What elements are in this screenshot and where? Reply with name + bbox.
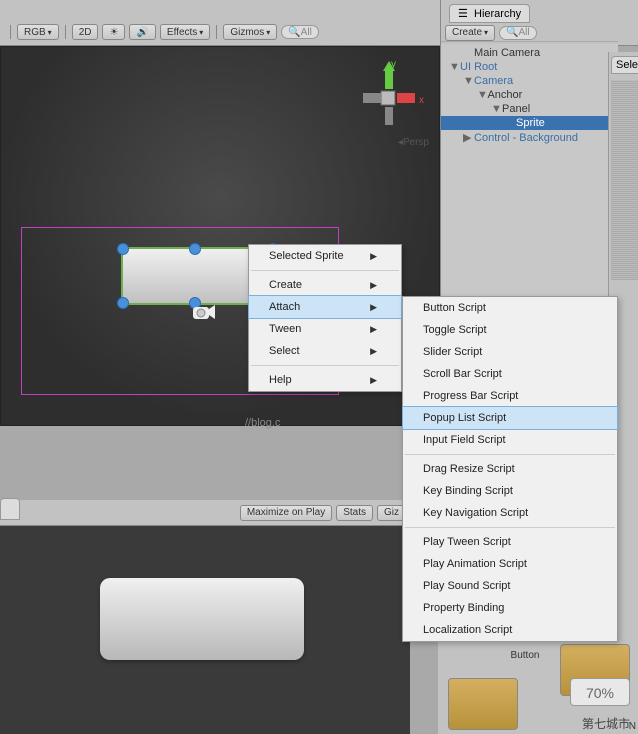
scene-search[interactable]: 🔍All xyxy=(281,25,319,39)
projection-label[interactable]: ◂Persp xyxy=(398,137,429,148)
hierarchy-item-panel[interactable]: ▼ Panel xyxy=(441,102,618,116)
context-menu[interactable]: Selected Sprite▶ Create▶Attach▶Tween▶Sele… xyxy=(248,244,402,392)
menu-item-select[interactable]: Select▶ xyxy=(249,340,401,362)
menu-item-toggle-script[interactable]: Toggle Script xyxy=(403,319,617,341)
menu-item-key-navigation-script[interactable]: Key Navigation Script xyxy=(403,502,617,524)
menu-item-slider-script[interactable]: Slider Script xyxy=(403,341,617,363)
menu-item-button-script[interactable]: Button Script xyxy=(403,297,617,319)
hierarchy-item-camera[interactable]: ▼ Camera xyxy=(441,74,618,88)
separator xyxy=(216,25,217,39)
svg-text:y: y xyxy=(391,59,396,70)
separator xyxy=(65,25,66,39)
watermark-text: //blog.c xyxy=(245,417,280,429)
hierarchy-search[interactable]: 🔍All xyxy=(499,26,537,40)
hierarchy-item-ui-root[interactable]: ▼ UI Root xyxy=(441,60,618,74)
2d-toggle[interactable]: 2D xyxy=(72,24,99,40)
hierarchy-tab[interactable]: ☰Hierarchy xyxy=(449,4,530,23)
menu-item-localization-script[interactable]: Localization Script xyxy=(403,619,617,641)
hierarchy-item-main-camera[interactable]: Main Camera xyxy=(441,46,618,60)
menu-item-help[interactable]: Help▶ xyxy=(249,369,401,391)
resize-handle[interactable] xyxy=(117,297,129,309)
watermark-n: N xyxy=(629,721,636,732)
menu-separator xyxy=(251,270,399,271)
audio-icon[interactable]: 🔊 xyxy=(129,24,155,40)
light-icon[interactable]: ☀ xyxy=(102,24,125,40)
hierarchy-item-anchor[interactable]: ▼ Anchor xyxy=(441,88,618,102)
menu-item-key-binding-script[interactable]: Key Binding Script xyxy=(403,480,617,502)
menu-separator xyxy=(405,454,615,455)
menu-item-play-tween-script[interactable]: Play Tween Script xyxy=(403,531,617,553)
menu-item-property-binding[interactable]: Property Binding xyxy=(403,597,617,619)
create-dropdown[interactable]: Create ▾ xyxy=(445,25,495,41)
game-view: Maximize on Play Stats Giz xyxy=(0,500,410,734)
selector-tab[interactable]: Selec xyxy=(611,56,638,74)
context-submenu-attach[interactable]: Button ScriptToggle ScriptSlider ScriptS… xyxy=(402,296,618,642)
menu-item-input-field-script[interactable]: Input Field Script xyxy=(403,429,617,451)
menu-item-create[interactable]: Create▶ xyxy=(249,274,401,296)
svg-text:x: x xyxy=(419,95,424,106)
orientation-gizmo[interactable]: x y xyxy=(349,57,429,137)
menu-item-drag-resize-script[interactable]: Drag Resize Script xyxy=(403,458,617,480)
effects-dropdown[interactable]: Effects ▾ xyxy=(160,24,210,40)
preview-texture xyxy=(611,80,638,280)
atlas-thumb[interactable] xyxy=(448,678,518,730)
menu-item-popup-list-script[interactable]: Popup List Script xyxy=(402,406,618,430)
menu-separator xyxy=(251,365,399,366)
zoom-percent[interactable]: 70% xyxy=(570,678,630,706)
gizmos-dropdown[interactable]: Gizmos ▾ xyxy=(223,24,277,40)
hierarchy-item-control---background[interactable]: ▶ Control - Background xyxy=(441,130,618,145)
maximize-toggle[interactable]: Maximize on Play xyxy=(240,505,332,521)
menu-separator xyxy=(405,527,615,528)
atlas-label: Button xyxy=(490,650,560,661)
game-preview-sprite xyxy=(100,578,304,660)
menu-item-selected-sprite[interactable]: Selected Sprite▶ xyxy=(249,245,401,267)
menu-item-play-sound-script[interactable]: Play Sound Script xyxy=(403,575,617,597)
game-toolbar: Maximize on Play Stats Giz xyxy=(0,500,410,526)
menu-item-scroll-bar-script[interactable]: Scroll Bar Script xyxy=(403,363,617,385)
menu-item-progress-bar-script[interactable]: Progress Bar Script xyxy=(403,385,617,407)
rgb-dropdown[interactable]: RGB ▾ xyxy=(17,24,59,40)
menu-item-play-animation-script[interactable]: Play Animation Script xyxy=(403,553,617,575)
separator xyxy=(10,25,11,39)
watermark: 第七城市 xyxy=(582,715,630,732)
game-tab-stub[interactable] xyxy=(0,498,20,520)
menu-item-tween[interactable]: Tween▶ xyxy=(249,318,401,340)
hierarchy-item-sprite[interactable]: Sprite xyxy=(441,116,618,130)
resize-handle[interactable] xyxy=(117,243,129,255)
stats-toggle[interactable]: Stats xyxy=(336,505,373,521)
camera-icon xyxy=(191,301,217,321)
menu-item-attach[interactable]: Attach▶ xyxy=(248,295,402,319)
resize-handle[interactable] xyxy=(189,243,201,255)
